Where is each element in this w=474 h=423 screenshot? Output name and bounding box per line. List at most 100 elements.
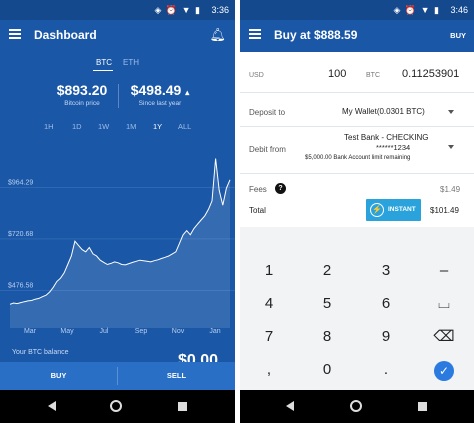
x-tick-label: Jan bbox=[209, 328, 220, 335]
recent-apps-icon[interactable] bbox=[418, 402, 427, 411]
range-1w[interactable]: 1W bbox=[98, 122, 109, 131]
y-tick-label: $476.58 bbox=[8, 283, 33, 290]
key-comma[interactable]: , bbox=[240, 355, 298, 385]
key-space[interactable]: ⌴ bbox=[415, 289, 473, 319]
coin-tabs: BTC ETH bbox=[0, 56, 235, 71]
back-icon[interactable] bbox=[48, 401, 56, 411]
instant-label: INSTANT bbox=[388, 206, 416, 213]
since-last-year: $498.49 ▴ Since last year bbox=[130, 82, 190, 107]
total-value: $101.49 bbox=[430, 206, 459, 215]
action-bar: BUY SELL bbox=[0, 362, 235, 390]
btc-label: BTC bbox=[366, 72, 380, 79]
dashboard-screen: ◈ ⏰ ▼ ▮ 3:36 Dashboard 🔔︎ BTC ETH $893.2… bbox=[0, 0, 235, 423]
key-3[interactable]: 3 bbox=[357, 256, 415, 286]
since-last-year-value: $498.49 bbox=[130, 82, 182, 98]
range-1h[interactable]: 1H bbox=[44, 122, 54, 131]
fees-value: $1.49 bbox=[440, 185, 461, 194]
page-title: Dashboard bbox=[34, 28, 97, 42]
key-5[interactable]: 5 bbox=[298, 289, 356, 319]
key-6[interactable]: 6 bbox=[357, 289, 415, 319]
debit-label: Debit from bbox=[249, 145, 286, 154]
recent-apps-icon[interactable] bbox=[178, 402, 187, 411]
x-tick-label: Jul bbox=[100, 328, 109, 335]
divider bbox=[240, 92, 474, 93]
bitcoin-price-value: $893.20 bbox=[56, 82, 108, 98]
debit-account-number: ******1234 bbox=[376, 143, 411, 152]
price-area bbox=[10, 158, 230, 328]
key-2[interactable]: 2 bbox=[298, 256, 356, 286]
help-icon[interactable]: ? bbox=[275, 183, 286, 194]
screenshot-stage: ◈ ⏰ ▼ ▮ 3:36 Dashboard 🔔︎ BTC ETH $893.2… bbox=[0, 0, 474, 423]
buy-screen: ◈ ⏰ ▼ ▮ 3:46 Buy at $888.59 BUY USD 100 … bbox=[240, 0, 474, 423]
x-tick-label: Nov bbox=[172, 328, 185, 335]
range-all[interactable]: ALL bbox=[178, 122, 191, 131]
back-icon[interactable] bbox=[286, 401, 294, 411]
system-nav-bar bbox=[0, 390, 235, 423]
app-bar: Buy at $888.59 BUY bbox=[240, 20, 474, 52]
deposit-label: Deposit to bbox=[249, 108, 286, 117]
key-1[interactable]: 1 bbox=[240, 256, 298, 286]
instant-button[interactable]: ⚡ INSTANT bbox=[366, 199, 421, 221]
status-bar: ◈ ⏰ ▼ ▮ 3:46 bbox=[240, 0, 474, 20]
numeric-keypad: 1 2 3– 4 5 6 ⌴ 7 8 9 ⌫, 0. ✓ bbox=[240, 256, 474, 392]
key-4[interactable]: 4 bbox=[240, 289, 298, 319]
sell-button[interactable]: SELL bbox=[118, 362, 235, 390]
page-title: Buy at $888.59 bbox=[274, 28, 358, 42]
x-tick-label: Sep bbox=[135, 328, 148, 335]
status-time: 3:46 bbox=[450, 5, 468, 15]
btc-amount-input[interactable]: 0.11253901 bbox=[402, 68, 459, 80]
menu-icon[interactable] bbox=[249, 29, 261, 39]
bitcoin-price: $893.20 Bitcoin price bbox=[52, 82, 112, 107]
app-bar: Dashboard 🔔︎ bbox=[0, 20, 235, 52]
deposit-select[interactable]: My Wallet(0.0301 BTC) bbox=[342, 107, 425, 116]
home-icon[interactable] bbox=[110, 400, 122, 412]
x-tick-label: May bbox=[60, 328, 74, 335]
tab-indicator bbox=[93, 70, 113, 71]
status-icons: ◈ ⏰ ▼ ▮ bbox=[154, 5, 201, 15]
status-time: 3:36 bbox=[211, 5, 229, 15]
up-arrow-icon: ▴ bbox=[185, 88, 190, 97]
home-icon[interactable] bbox=[350, 400, 362, 412]
key-minus[interactable]: – bbox=[415, 256, 473, 286]
tab-btc[interactable]: BTC bbox=[96, 58, 112, 67]
key-0[interactable]: 0 bbox=[298, 355, 356, 385]
balance-label: Your BTC balance bbox=[12, 349, 69, 356]
key-backspace[interactable]: ⌫ bbox=[415, 322, 473, 352]
menu-icon[interactable] bbox=[9, 29, 21, 39]
debit-bank-select[interactable]: Test Bank - CHECKING bbox=[344, 133, 428, 142]
x-tick-label: Mar bbox=[24, 328, 37, 335]
y-tick-label: $964.29 bbox=[8, 179, 33, 186]
key-8[interactable]: 8 bbox=[298, 322, 356, 352]
tab-eth[interactable]: ETH bbox=[123, 58, 139, 67]
chevron-down-icon[interactable] bbox=[448, 145, 454, 149]
divider bbox=[240, 126, 474, 127]
chevron-down-icon[interactable] bbox=[448, 110, 454, 114]
bitcoin-price-label: Bitcoin price bbox=[64, 100, 100, 107]
usd-amount-input[interactable]: 100 bbox=[328, 68, 346, 80]
bell-icon[interactable]: 🔔︎ bbox=[209, 27, 226, 43]
buy-form: USD 100 BTC 0.11253901 Deposit to My Wal… bbox=[240, 52, 474, 227]
y-tick-label: $720.68 bbox=[8, 231, 33, 238]
usd-label: USD bbox=[249, 72, 264, 79]
buy-button[interactable]: BUY bbox=[0, 362, 117, 390]
fees-label: Fees bbox=[249, 185, 267, 194]
price-chart: $964.29 $720.68 $476.58 Mar May Jul Sep Nov Jan bbox=[0, 158, 235, 335]
metric-divider bbox=[118, 84, 119, 108]
key-9[interactable]: 9 bbox=[357, 322, 415, 352]
status-bar: ◈ ⏰ ▼ ▮ 3:36 bbox=[0, 0, 235, 20]
key-7[interactable]: 7 bbox=[240, 322, 298, 352]
system-nav-bar bbox=[240, 390, 474, 423]
since-last-year-label: Since last year bbox=[138, 100, 182, 107]
range-tabs: 1H 1D 1W 1M 1Y ALL bbox=[0, 120, 235, 134]
done-button[interactable]: ✓ bbox=[434, 361, 454, 381]
debit-limit-text: $5,000.00 Bank Account limit remaining bbox=[305, 155, 411, 161]
buy-action-button[interactable]: BUY bbox=[450, 31, 466, 40]
range-1d[interactable]: 1D bbox=[72, 122, 82, 131]
range-1y[interactable]: 1Y bbox=[153, 122, 162, 131]
status-icons: ◈ ⏰ ▼ ▮ bbox=[393, 5, 440, 15]
range-1m[interactable]: 1M bbox=[126, 122, 136, 131]
divider bbox=[240, 173, 474, 174]
lightning-icon: ⚡ bbox=[370, 203, 384, 217]
total-label: Total bbox=[249, 206, 266, 215]
key-dot[interactable]: . bbox=[357, 355, 415, 385]
